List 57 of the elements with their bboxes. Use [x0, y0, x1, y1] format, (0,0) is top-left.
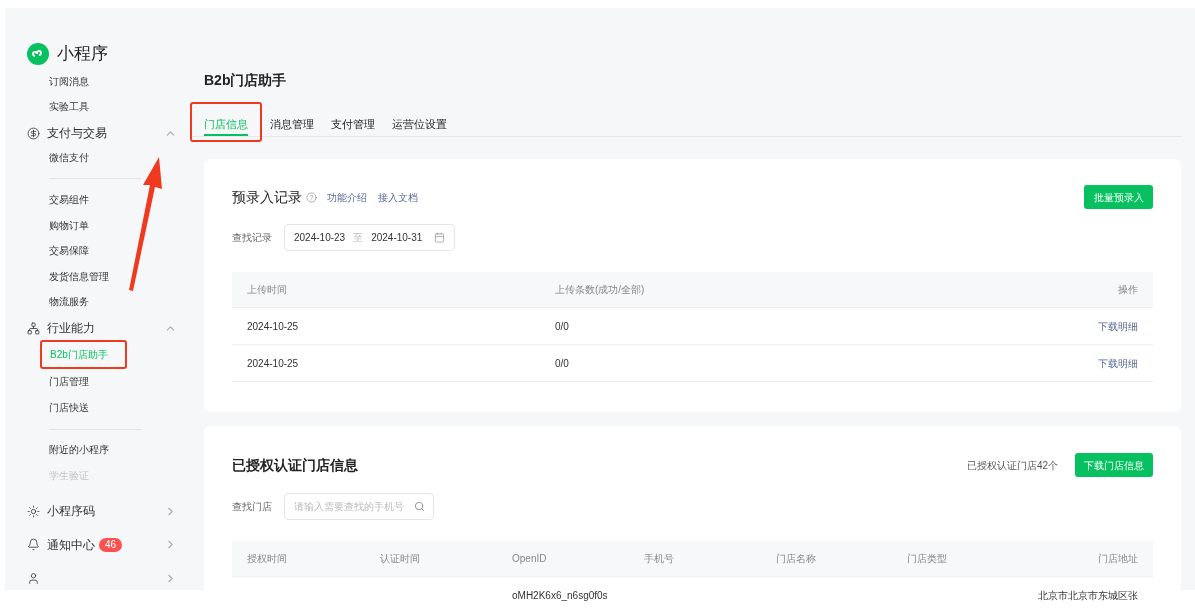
- table-cell-text: 2024-10-25: [246, 356, 300, 371]
- column-header: OpenID: [511, 552, 548, 566]
- nav-item[interactable]: 附近的小程序: [49, 437, 109, 463]
- calendar-icon: [434, 232, 446, 243]
- nav-item[interactable]: 物流服务: [49, 289, 89, 315]
- section-title: 已授权认证门店信息: [232, 455, 358, 475]
- group-icon: [27, 504, 40, 518]
- table-cell-text: 0/0: [554, 356, 570, 371]
- column-header: 手机号: [643, 552, 675, 566]
- group-icon: [27, 321, 40, 335]
- nav-item[interactable]: 发货信息管理: [49, 263, 109, 290]
- nav-group[interactable]: 行业能力: [27, 319, 95, 338]
- count-badge: 46: [99, 537, 123, 552]
- column-header: 门店类型: [906, 552, 948, 566]
- nav-item[interactable]: 门店管理: [49, 369, 89, 395]
- column-header: 授权时间: [246, 552, 288, 566]
- group-icon: [27, 538, 40, 552]
- nav-item[interactable]: 交易组件: [49, 186, 89, 213]
- filter-label: 查找门店: [232, 500, 272, 514]
- doc-link[interactable]: 接入文档: [378, 189, 418, 205]
- nav-item[interactable]: 交易保障: [49, 238, 89, 264]
- nav-group[interactable]: [27, 572, 40, 586]
- column-header: 门店名称: [775, 552, 817, 566]
- download-link[interactable]: 下载明细: [1083, 318, 1153, 334]
- column-header: 上传条数(成功/全部): [554, 283, 646, 297]
- column-header: 门店地址: [1097, 552, 1139, 566]
- doc-link[interactable]: 功能介绍: [327, 189, 367, 205]
- nav-item[interactable]: 购物订单: [49, 212, 89, 239]
- search-icon: [414, 501, 425, 512]
- section-title: 预录入记录: [232, 187, 302, 207]
- store-count: 已授权认证门店42个: [966, 458, 1058, 473]
- nav-group[interactable]: 支付与交易: [27, 124, 107, 143]
- nav-group[interactable]: 小程序码: [27, 502, 95, 520]
- table-cell-text: 0/0: [554, 319, 570, 334]
- nav-item[interactable]: 微信支付: [49, 144, 89, 171]
- date-range-field[interactable]: 2024-10-23 至 2024-10-31: [284, 224, 456, 251]
- nav-item[interactable]: 实验工具: [49, 94, 89, 120]
- nav-item[interactable]: 门店快送: [49, 394, 89, 421]
- help-icon: [306, 191, 317, 203]
- group-icon: [27, 126, 40, 140]
- nav-item[interactable]: 订阅消息: [49, 68, 89, 95]
- group-icon: [27, 572, 40, 586]
- app-title: 小程序: [57, 43, 108, 65]
- column-header: 操作: [1117, 283, 1139, 297]
- download-link[interactable]: 下载明细: [1083, 355, 1153, 371]
- tab[interactable]: 支付管理: [331, 114, 375, 137]
- column-header: 认证时间: [379, 552, 421, 566]
- nav-group[interactable]: 通知中心: [27, 535, 95, 554]
- tab[interactable]: 运营位设置: [392, 114, 447, 137]
- table-cell-text: 北京市北京市东城区张: [1037, 588, 1139, 603]
- tab[interactable]: 消息管理: [270, 114, 314, 137]
- filter-label: 查找记录: [232, 231, 272, 245]
- table-cell-text: oMH2K6x6_n6sg0f0s: [511, 588, 609, 603]
- column-header: 上传时间: [246, 283, 288, 297]
- table-cell-text: 2024-10-25: [246, 319, 300, 334]
- page-title: B2b门店助手: [204, 71, 287, 90]
- logo-icon: [27, 42, 49, 65]
